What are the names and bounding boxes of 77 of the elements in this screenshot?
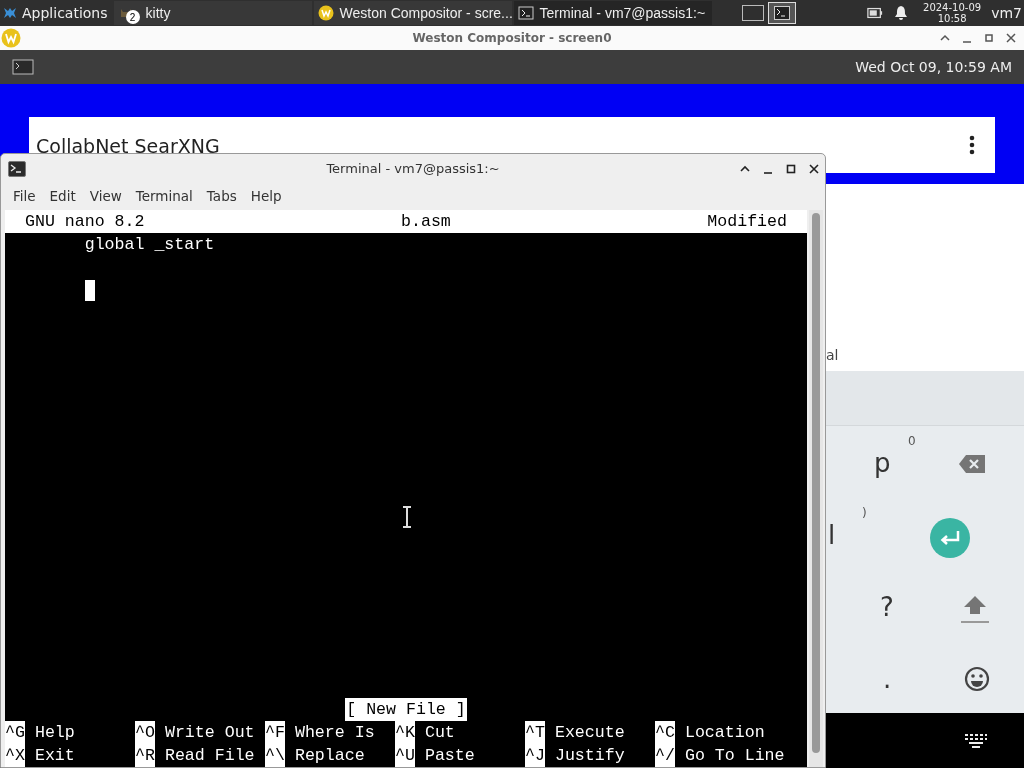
- maximize-icon[interactable]: [984, 33, 994, 43]
- count-badge: 2: [125, 10, 140, 24]
- menu-item[interactable]: View: [82, 188, 129, 204]
- workspace-button[interactable]: [741, 5, 764, 21]
- collapse-icon[interactable]: [740, 163, 750, 174]
- close-icon[interactable]: [1006, 33, 1016, 43]
- battery-icon[interactable]: [867, 5, 884, 21]
- shortcut-key: ^F: [265, 721, 285, 744]
- menu-item[interactable]: File: [6, 188, 43, 204]
- shortcut-label: Cut: [424, 722, 455, 744]
- nano-version: GNU nano 8.2: [25, 211, 145, 233]
- shortcut-key: ^T: [525, 721, 545, 744]
- menu-item[interactable]: Terminal: [128, 188, 200, 204]
- terminal-icon: [773, 6, 790, 20]
- window-title: Terminal - vm7@passis1:~: [326, 161, 500, 176]
- backspace-icon[interactable]: [958, 454, 986, 474]
- taskbar-task[interactable]: 2 kitty: [113, 1, 312, 25]
- shortcut-label: Go To Line: [684, 745, 785, 767]
- taskbar-task[interactable]: Terminal - vm7@passis1:~: [513, 1, 712, 25]
- close-icon[interactable]: [809, 163, 819, 174]
- shortcut-label: Execute: [554, 722, 625, 744]
- keyboard-key[interactable]: p: [874, 450, 891, 476]
- scrollbar[interactable]: [809, 210, 823, 767]
- shortcut-label: Exit: [34, 745, 75, 767]
- key-hint: 0: [908, 434, 916, 448]
- smiley-icon[interactable]: [964, 666, 990, 692]
- shortcut-label: Help: [34, 722, 75, 744]
- shortcut-label: Justify: [554, 745, 625, 767]
- shortcut-label: Paste: [424, 745, 475, 767]
- shortcut-label: Write Out: [164, 722, 255, 744]
- menu-item[interactable]: Help: [243, 188, 289, 204]
- shift-arrow-icon[interactable]: [960, 594, 990, 624]
- shortcut-key: ^/: [655, 744, 675, 767]
- shortcut-label: Read File: [164, 745, 255, 767]
- menu-item[interactable]: Tabs: [199, 188, 244, 204]
- shortcut-key: ^X: [5, 744, 25, 767]
- partial-text: al: [826, 347, 839, 363]
- app-title: CollabNet SearXNG: [36, 135, 220, 157]
- text-cursor-icon: [402, 506, 412, 528]
- status-message: [ New File ]: [345, 698, 467, 721]
- shortcut-key: ^O: [135, 721, 155, 744]
- terminal-icon: [8, 160, 26, 177]
- window-title: Weston Compositor - screen0: [412, 31, 612, 45]
- terminal-icon: [517, 5, 534, 21]
- keyboard-key[interactable]: .: [883, 666, 892, 692]
- shortcut-key: ^C: [655, 721, 675, 744]
- code-line: global _start: [83, 234, 215, 256]
- modified-status: Modified: [707, 211, 787, 233]
- clock-date: 2024-10-09: [923, 2, 982, 13]
- file-name: b.asm: [401, 211, 451, 233]
- shortcut-key: ^K: [395, 721, 415, 744]
- mouse-logo-icon: [2, 5, 18, 21]
- workspace-button[interactable]: [767, 2, 796, 24]
- key-hint: ): [862, 506, 867, 520]
- shortcut-key: ^U: [395, 744, 415, 767]
- terminal-launcher-icon[interactable]: [12, 59, 34, 75]
- notification-bell-icon[interactable]: [893, 5, 910, 21]
- maximize-icon[interactable]: [786, 163, 796, 174]
- keyboard-icon[interactable]: [964, 732, 988, 749]
- shortcut-key: ^\: [265, 744, 285, 767]
- menu-item[interactable]: Edit: [42, 188, 83, 204]
- panel-clock: Wed Oct 09, 10:59 AM: [855, 59, 1012, 75]
- user-name[interactable]: vm7: [991, 5, 1022, 21]
- keyboard-key[interactable]: l: [828, 522, 836, 548]
- taskbar-task[interactable]: Weston Compositor - scre...: [313, 1, 512, 25]
- shortcut-key: ^R: [135, 744, 155, 767]
- applications-menu-button[interactable]: Applications: [0, 0, 114, 26]
- shortcut-label: Location: [684, 722, 765, 744]
- shortcut-label: Where Is: [294, 722, 375, 744]
- shortcut-label: Replace: [294, 745, 365, 767]
- collapse-icon[interactable]: [940, 33, 950, 43]
- keyboard-key[interactable]: ?: [880, 594, 894, 620]
- more-menu-icon[interactable]: [969, 135, 975, 155]
- weston-logo-icon: [317, 5, 334, 21]
- shortcut-key: ^G: [5, 721, 25, 744]
- shortcut-key: ^J: [525, 744, 545, 767]
- clock-time: 10:58: [937, 13, 967, 24]
